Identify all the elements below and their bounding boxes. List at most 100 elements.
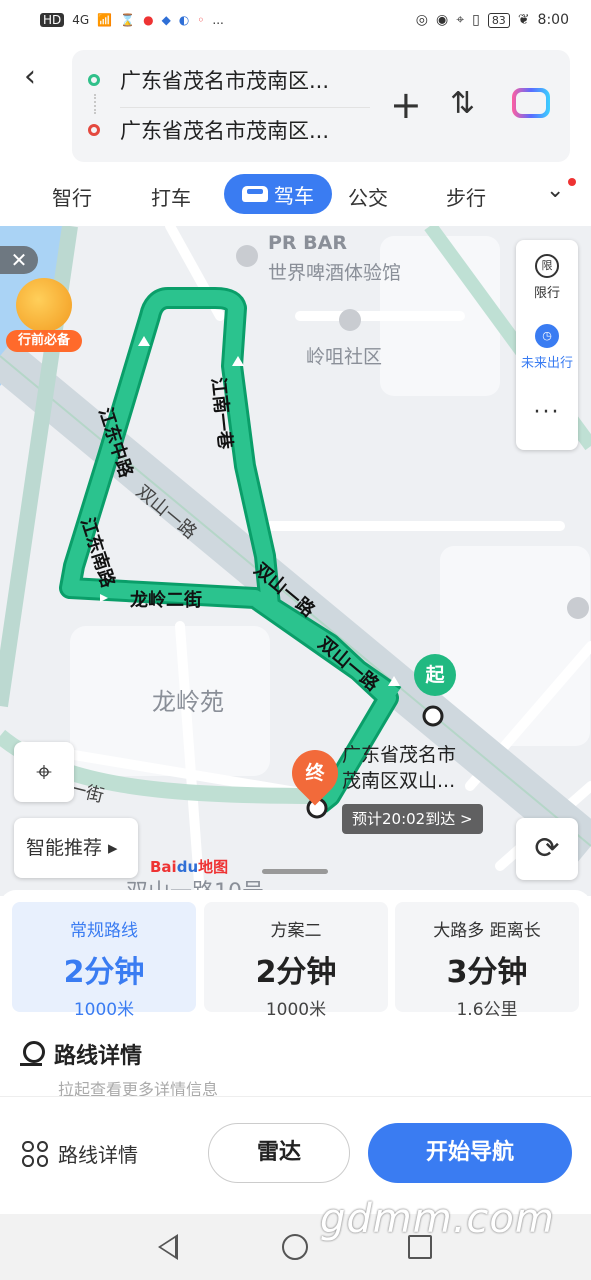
destination-line-2: 茂南区双山... — [342, 770, 456, 792]
signal-icon: 4G — [72, 13, 90, 27]
nav-home-icon[interactable] — [282, 1234, 308, 1260]
grid-icon — [22, 1140, 48, 1167]
baidu-logo-b: du — [176, 858, 199, 876]
wifi-icon: 📶 — [97, 13, 113, 27]
sheet-drag-handle[interactable] — [262, 869, 328, 874]
route-details-button[interactable]: 路线详情 — [22, 1139, 138, 1168]
poi-bar-cn[interactable]: 世界啤酒体验馆 — [268, 258, 401, 285]
battery-icon: 83 — [487, 12, 510, 28]
location-pin-icon — [20, 1041, 45, 1067]
plan-distance: 1.6公里 — [456, 1000, 518, 1020]
hourglass-icon: ⌛ — [120, 13, 136, 27]
start-point — [422, 705, 444, 727]
ai-assistant-icon[interactable] — [512, 88, 550, 118]
baidu-logo-c: 地图 — [198, 858, 229, 876]
more-icon: ... — [212, 13, 224, 27]
timer-icon: ◷ — [535, 324, 559, 348]
plan-card[interactable]: 方案二 2分钟 1000米 — [204, 902, 388, 1020]
route-details-header[interactable]: 路线详情 — [20, 1038, 142, 1070]
clock-time: 8:00 — [537, 12, 569, 28]
community-poi-pin — [339, 309, 361, 331]
plan-name: 常规路线 — [70, 921, 138, 941]
tab-walk[interactable]: 步行 — [446, 182, 486, 211]
hd-indicator: HD — [40, 13, 65, 27]
route-input-box: 广东省茂名市茂南区... 广东省茂名市茂南区... + ⇅ — [72, 50, 570, 162]
nfc-icon: ◎ — [415, 12, 428, 28]
destination-label[interactable]: 广东省茂名市 茂南区双山... — [342, 742, 456, 794]
destination-line-1: 广东省茂名市 — [342, 744, 457, 766]
eta-pill[interactable]: 预计20:02到达 > — [342, 804, 483, 834]
mode-tabs: 智行 打车 驾车 公交 步行 ⌄ — [0, 172, 591, 220]
poi-bar-en[interactable]: PR BAR — [268, 232, 347, 254]
end-text: 广东省茂名市茂南区... — [120, 119, 330, 143]
plan-time: 3分钟 — [446, 955, 528, 990]
smart-recommend-button[interactable]: 智能推荐 ▸ — [14, 818, 138, 878]
end-marker-label: 终 — [305, 762, 325, 784]
radar-button[interactable]: 雷达 — [208, 1123, 350, 1183]
hospital-poi-pin — [567, 597, 589, 619]
eye-icon: ◉ — [435, 12, 449, 28]
watermark: gdmm.com — [320, 1196, 555, 1242]
refresh-icon[interactable]: ⟳ — [516, 818, 578, 880]
start-dot-icon — [88, 74, 100, 86]
tab-taxi[interactable]: 打车 — [151, 182, 191, 211]
restriction-label: 限行 — [533, 286, 560, 301]
promo-label: 行前必备 — [6, 330, 82, 352]
future-travel-label: 未来出行 — [520, 356, 573, 371]
restriction-button[interactable]: 限 限行 — [516, 254, 578, 301]
start-field[interactable]: 广东省茂名市茂南区... — [72, 58, 372, 102]
plan-name: 大路多 距离长 — [433, 921, 541, 941]
more-options-icon[interactable]: ··· — [516, 400, 578, 425]
poi-longling[interactable]: 龙岭苑 — [152, 682, 224, 717]
start-marker[interactable]: 起 — [414, 654, 456, 696]
status-right: ◎ ◉ ⌖ ▯ 83 ❦ 8:00 — [416, 12, 569, 28]
leaf-icon: ❦ — [517, 12, 530, 28]
baidu-logo: Baidu地图 — [150, 856, 228, 877]
tab-transit[interactable]: 公交 — [348, 182, 388, 211]
car-icon — [242, 186, 268, 202]
road-longling-2: 龙岭二街 — [130, 590, 202, 611]
vibrate-icon: ▯ — [472, 12, 480, 28]
notification-dot — [568, 178, 576, 186]
end-field[interactable]: 广东省茂名市茂南区... — [72, 108, 372, 152]
restriction-icon: 限 — [535, 254, 559, 278]
status-icons: HD 4G 📶 ⌛ ● ◆ ◐ ◦ ... — [40, 13, 224, 27]
locate-icon[interactable]: ⌖ — [14, 742, 74, 802]
promo-badge[interactable]: 行前必备 — [6, 278, 82, 356]
tab-drive-label: 驾车 — [274, 183, 314, 208]
plan-name: 方案二 — [270, 921, 322, 941]
map-side-panel: 限 限行 ◷ 未来出行 ··· — [516, 240, 578, 450]
close-icon[interactable]: ✕ — [0, 246, 38, 274]
tab-smart[interactable]: 智行 — [52, 182, 92, 211]
future-travel-button[interactable]: ◷ 未来出行 — [516, 324, 578, 371]
end-dot-icon — [88, 124, 100, 136]
mic-icon: ● — [143, 13, 154, 27]
back-icon[interactable]: ‹ — [24, 62, 58, 96]
baidu-logo-a: Bai — [150, 858, 177, 876]
plan-card[interactable]: 大路多 距离长 3分钟 1.6公里 — [395, 902, 579, 1020]
location-icon: ⌖ — [456, 12, 465, 28]
status-bar: HD 4G 📶 ⌛ ● ◆ ◐ ◦ ... ◎ ◉ ⌖ ▯ 83 ❦ 8:00 — [0, 0, 591, 40]
app-icon: ◐ — [178, 13, 190, 27]
plan-time: 2分钟 — [63, 955, 145, 990]
nav-back-icon[interactable] — [158, 1234, 178, 1260]
route-details-label: 路线详情 — [58, 1143, 138, 1167]
translate-icon: ◆ — [161, 13, 171, 27]
route-details-title: 路线详情 — [54, 1044, 143, 1069]
start-text: 广东省茂名市茂南区... — [120, 69, 330, 93]
start-navigation-button[interactable]: 开始导航 — [368, 1123, 572, 1183]
notification-icon: ◦ — [197, 13, 205, 27]
plan-distance: 1000米 — [73, 1000, 135, 1020]
route-plans-sheet: 常规路线 2分钟 1000米 方案二 2分钟 1000米 大路多 距离长 3分钟… — [0, 890, 591, 1100]
poi-community[interactable]: 岭咀社区 — [306, 342, 382, 369]
plan-distance: 1000米 — [265, 1000, 327, 1020]
add-waypoint-icon[interactable]: + — [390, 86, 422, 124]
bar-poi-pin — [236, 245, 258, 267]
plan-card[interactable]: 常规路线 2分钟 1000米 — [12, 902, 196, 1020]
map-view[interactable]: PR BAR 世界啤酒体验馆 岭咀社区 龙岭苑 双山一路10号 江东中路 江东南… — [0, 226, 591, 896]
swap-icon[interactable]: ⇅ — [450, 86, 475, 121]
plan-time: 2分钟 — [255, 955, 337, 990]
chevron-down-icon[interactable]: ⌄ — [546, 178, 564, 203]
lucky-bag-icon — [16, 278, 72, 332]
tab-drive[interactable]: 驾车 — [224, 174, 332, 214]
